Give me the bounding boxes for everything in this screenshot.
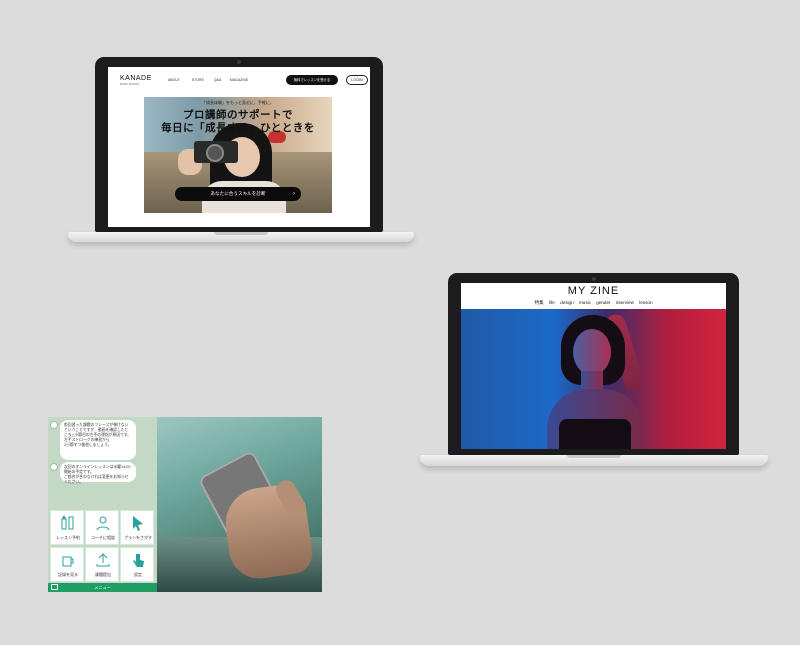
- menu-view-records[interactable]: 記録を見る: [50, 547, 84, 582]
- menu-consult-coach[interactable]: コーチに相談: [85, 510, 119, 545]
- menu-label: コーチに相談: [91, 535, 115, 540]
- piano-icon: [61, 516, 74, 530]
- kanade-logo[interactable]: KANADE: [120, 75, 152, 82]
- nav-music[interactable]: music: [579, 300, 591, 305]
- menu-submit-task[interactable]: 課題提出: [85, 547, 119, 582]
- menu-grid: レッスン予約 コーチに相談 プランをさがす 記録を見る 課題提出 設定: [48, 509, 157, 583]
- menu-lesson-booking[interactable]: レッスン予約: [50, 510, 84, 545]
- kanade-logo-sub: MUSIC SCHOOL: [120, 83, 140, 86]
- avatar: [50, 463, 58, 471]
- skill-diagnosis-button[interactable]: あなたに合うスキルを診断 ›: [175, 187, 301, 201]
- nav-qa[interactable]: Q&A: [214, 78, 221, 82]
- zine-site-screen: MY ZINE 特集 life design music gender inte…: [461, 283, 726, 449]
- laptop-base: [420, 455, 768, 466]
- menu-label: 設定: [134, 572, 142, 577]
- chat-message-1: 前回習った課題のフレーズが弾けないということですが、動画を確認したところ△小節目…: [60, 420, 136, 460]
- cursor-icon: [133, 516, 143, 531]
- upload-icon: [96, 553, 110, 567]
- zine-hero-image: [461, 309, 726, 449]
- zine-nav: 特集 life design music gender interview le…: [461, 300, 726, 306]
- laptop-base: [68, 232, 414, 242]
- nav-design[interactable]: design: [560, 300, 574, 305]
- chat-app-mock: 前回習った課題のフレーズが弾けないということですが、動画を確認したところ△小節目…: [48, 417, 322, 592]
- nav-lesson[interactable]: lesson: [639, 300, 652, 305]
- nav-gender[interactable]: gender: [596, 300, 610, 305]
- webcam-icon: [237, 60, 241, 64]
- laptop-kanade: KANADE MUSIC SCHOOL ABOUT STORE Q&A MAGA…: [95, 57, 383, 232]
- keyboard-icon[interactable]: [51, 584, 58, 590]
- hero-headline-line2: 毎日に「成長する」ひとときを: [161, 122, 315, 134]
- avatar: [50, 421, 58, 429]
- kanade-header: KANADE MUSIC SCHOOL ABOUT STORE Q&A MAGA…: [108, 67, 370, 93]
- chevron-right-icon: ›: [293, 191, 295, 197]
- zine-logo[interactable]: MY ZINE: [461, 285, 726, 297]
- coach-icon: [96, 516, 110, 531]
- nav-life[interactable]: life: [549, 300, 555, 305]
- kanade-site-screen: KANADE MUSIC SCHOOL ABOUT STORE Q&A MAGA…: [108, 67, 370, 227]
- menu-bar-label: メニュー: [94, 585, 111, 590]
- nav-feature[interactable]: 特集: [534, 300, 543, 305]
- menu-label: 課題提出: [95, 572, 111, 577]
- nav-about[interactable]: ABOUT: [168, 78, 180, 82]
- chat-message-2: 次回のオンラインレッスンは水曜14:00開始の予定です。 ご都合が合わなければ変…: [60, 462, 136, 484]
- cta-label: あなたに合うスキルを診断: [210, 191, 266, 196]
- menu-settings[interactable]: 設定: [120, 547, 154, 582]
- menu-label: プランをさがす: [124, 535, 152, 540]
- menu-label: レッスン予約: [56, 535, 80, 540]
- cup-icon: [62, 556, 74, 567]
- hand-phone-photo: [157, 417, 322, 592]
- menu-find-plan[interactable]: プランをさがす: [120, 510, 154, 545]
- laptop-zine: MY ZINE 特集 life design music gender inte…: [448, 273, 739, 455]
- nav-store[interactable]: STORE: [192, 78, 204, 82]
- nav-magazine[interactable]: MAGAZINE: [230, 78, 248, 82]
- hero-tagline: 「成長体験」をもっと身近に、手軽に。: [202, 100, 274, 105]
- chat-panel: 前回習った課題のフレーズが弾けないということですが、動画を確認したところ△小節目…: [48, 417, 157, 592]
- free-trial-button[interactable]: 無料でレッスンを受ける: [286, 75, 338, 85]
- webcam-icon: [592, 277, 596, 281]
- menu-bar[interactable]: メニュー: [48, 583, 157, 592]
- menu-label: 記録を見る: [58, 572, 78, 577]
- kanade-hero: 「成長体験」をもっと身近に、手軽に。 プロ講師のサポートで 毎日に「成長する」ひ…: [144, 97, 332, 213]
- login-button[interactable]: LOGIN: [346, 75, 368, 85]
- nav-interview[interactable]: interview: [616, 300, 634, 305]
- hand-pointer-icon: [133, 554, 144, 567]
